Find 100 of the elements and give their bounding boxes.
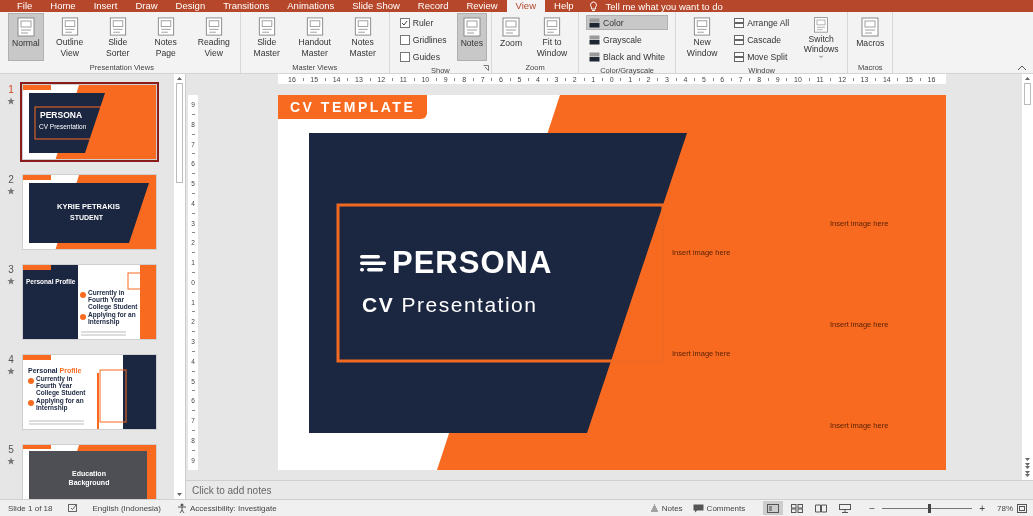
scroll-down-icon[interactable]	[1024, 457, 1031, 463]
dialog-launcher-icon[interactable]	[483, 65, 490, 71]
text-lines	[80, 331, 127, 336]
view-button[interactable]	[763, 501, 784, 515]
ribbon-button[interactable]: Outline View	[47, 13, 92, 61]
slide-counter: Slide 1 of 18	[8, 503, 53, 513]
view-icon	[542, 16, 563, 37]
tag-shape	[23, 85, 51, 90]
zoom-out-button[interactable]: −	[869, 502, 876, 514]
checkbox[interactable]: Guides	[396, 49, 450, 64]
ribbon-button[interactable]: Reading View	[191, 13, 236, 61]
ribbon-button[interactable]: Move Split	[731, 49, 793, 64]
ribbon-button[interactable]: Arrange All	[731, 15, 793, 30]
accessibility-icon[interactable]	[176, 503, 187, 513]
ribbon-button[interactable]: Handout Master	[292, 13, 337, 61]
ribbon-button[interactable]: Zoom	[496, 13, 527, 61]
window-icon	[734, 51, 745, 62]
collapse-ribbon-icon[interactable]	[1017, 65, 1027, 71]
tell-me-search[interactable]: Tell me what you want to do	[605, 0, 723, 12]
ribbon-button[interactable]: Slide Sorter	[95, 13, 140, 61]
bullet-dot	[28, 400, 34, 406]
scrollbar[interactable]	[174, 74, 185, 499]
ribbon-button[interactable]: Notes Master	[340, 13, 385, 61]
ribbon-tab[interactable]: Record	[408, 0, 458, 12]
slider-thumb[interactable]	[927, 503, 931, 513]
swatch-icon	[589, 17, 601, 28]
ribbon-tab[interactable]: Slide Show	[343, 0, 409, 12]
star-icon	[7, 457, 15, 465]
comment-icon	[692, 503, 704, 513]
ribbon-button[interactable]: Color	[586, 15, 669, 30]
ribbon-button[interactable]: Slide Master	[244, 13, 289, 61]
bullet-dot	[80, 292, 86, 298]
book-view-icon	[815, 503, 828, 513]
window-icon	[734, 17, 745, 28]
swatch-icon	[589, 51, 601, 62]
scroll-up-icon[interactable]	[176, 76, 184, 81]
ribbon-tab[interactable]: Transitions	[214, 0, 279, 12]
accessibility-status[interactable]: Accessibility: Investigate	[189, 503, 277, 513]
frame-outline	[99, 369, 127, 423]
ribbon-button[interactable]: Notes Page	[143, 13, 188, 61]
view-icon	[461, 16, 482, 38]
swatch-icon	[589, 34, 601, 45]
projector-view-icon	[839, 503, 852, 513]
checkbox[interactable]: Ruler	[396, 15, 450, 30]
star-icon	[7, 367, 15, 375]
bullet-dot	[28, 378, 34, 384]
ribbon-button[interactable]: Switch Windows	[799, 13, 844, 61]
scroll-up-icon[interactable]	[1024, 76, 1031, 81]
tag-shape	[23, 175, 51, 180]
view-icon	[15, 16, 36, 38]
slide-number: 1	[8, 84, 14, 95]
ribbon-button[interactable]: Cascade	[731, 32, 793, 47]
checkbox[interactable]: Gridlines	[396, 32, 450, 47]
spelling-check-icon[interactable]	[68, 503, 79, 513]
comments-toggle[interactable]: Comments	[706, 503, 746, 513]
scrollbar-thumb[interactable]	[1024, 83, 1031, 105]
notes-toggle[interactable]: Notes	[661, 503, 683, 513]
frame-outline	[127, 272, 143, 290]
ribbon-button[interactable]: New Window	[680, 13, 725, 61]
star-icon	[7, 97, 15, 105]
ribbon-tab[interactable]: Animations	[278, 0, 344, 12]
zoom-in-button[interactable]: +	[979, 502, 985, 514]
ribbon-tab[interactable]: Help	[545, 0, 583, 12]
fit-slide-icon[interactable]	[1017, 503, 1027, 513]
ribbon-tab[interactable]: Design	[166, 0, 215, 12]
frame-outline	[34, 106, 102, 140]
ribbon-button[interactable]: Normal	[8, 13, 44, 61]
view-icon	[860, 16, 881, 38]
bullet-dot	[80, 314, 86, 320]
ribbon-button[interactable]: Grayscale	[586, 32, 669, 47]
ribbon-tab[interactable]: Insert	[84, 0, 127, 12]
scrollbar-thumb[interactable]	[176, 83, 184, 183]
view-icon	[352, 16, 373, 37]
ribbon-button[interactable]: Fit to Window	[530, 13, 575, 61]
slide-number: 4	[8, 354, 14, 365]
tag-shape	[23, 445, 51, 449]
ribbon-tab[interactable]: File	[8, 0, 42, 12]
language-status[interactable]: English (Indonesia)	[92, 503, 161, 513]
ribbon-button[interactable]: Black and White	[586, 49, 669, 64]
view-icon	[59, 16, 80, 37]
previous-slide-icon[interactable]	[1024, 462, 1031, 471]
slide-tag: CV TEMPLATE	[278, 95, 428, 119]
ribbon-button[interactable]: Macros	[852, 13, 889, 61]
zoom-level[interactable]: 78%	[997, 503, 1013, 513]
slide-subtitle: CV Presentation	[362, 293, 538, 317]
ribbon-tab[interactable]: Home	[41, 0, 85, 12]
ribbon-tab[interactable]: View	[506, 0, 545, 12]
ribbon-button[interactable]: Notes	[456, 13, 488, 61]
view-icon	[501, 16, 522, 38]
text-lines	[28, 420, 85, 425]
scrollbar[interactable]	[1022, 74, 1033, 481]
star-icon	[7, 187, 15, 195]
ribbon-tab[interactable]: Draw	[126, 0, 167, 12]
slide-number: 2	[8, 174, 14, 185]
ribbon-tab[interactable]: Review	[457, 0, 507, 12]
notes-field[interactable]: Click to add notes	[192, 484, 272, 496]
view-icon	[256, 16, 277, 37]
scroll-down-icon[interactable]	[176, 492, 184, 497]
next-slide-icon[interactable]	[1024, 470, 1031, 479]
normal-view-icon	[767, 503, 780, 513]
